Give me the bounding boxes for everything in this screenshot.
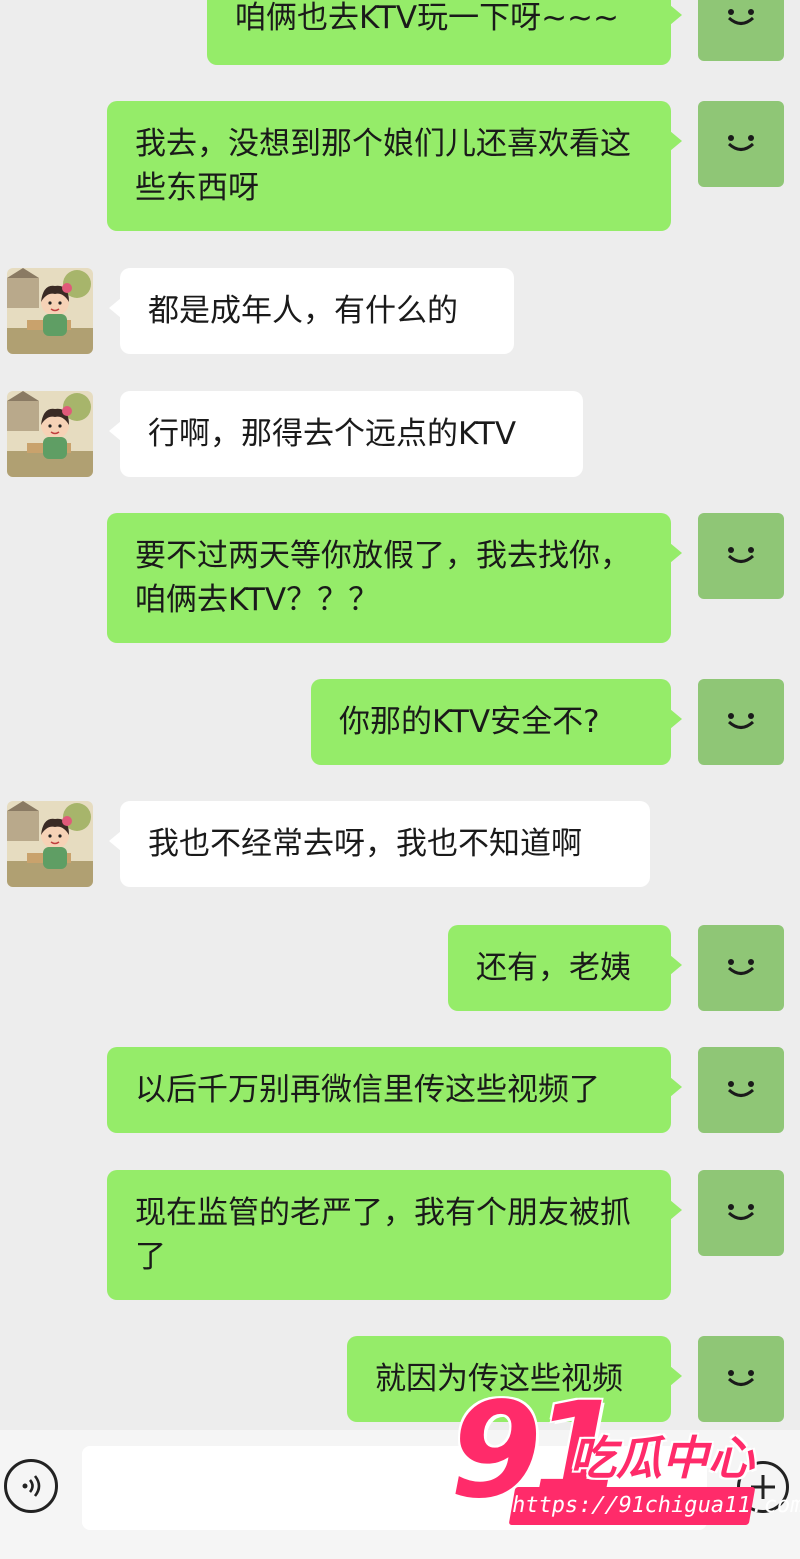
my-avatar[interactable] xyxy=(698,679,784,765)
message-bubble[interactable]: 以后千万别再微信里传这些视频了 xyxy=(107,1047,682,1133)
message-bubble[interactable]: 还有，老姨 xyxy=(448,925,682,1011)
voice-icon[interactable] xyxy=(4,1459,58,1513)
message-bubble[interactable]: 咱俩也去KTV玩一下呀~~~ xyxy=(207,0,682,65)
cartoon-girl-icon xyxy=(7,268,93,354)
message-bubble[interactable]: 你那的KTV安全不? xyxy=(311,679,682,765)
message-bubble[interactable]: 现在监管的老严了，我有个朋友被抓了 xyxy=(107,1170,682,1300)
cartoon-girl-icon xyxy=(7,801,93,887)
watermark-url: https://91chigua11.com xyxy=(508,1487,800,1525)
contact-avatar[interactable] xyxy=(7,268,93,354)
message-bubble[interactable]: 我去，没想到那个娘们儿还喜欢看这些东西呀 xyxy=(107,101,682,231)
smile-icon xyxy=(727,1081,755,1097)
smile-icon xyxy=(727,9,755,25)
message-bubble[interactable]: 行啊，那得去个远点的KTV xyxy=(109,391,583,477)
smile-icon xyxy=(727,959,755,975)
message-bubble[interactable]: 都是成年人，有什么的 xyxy=(109,268,514,354)
my-avatar[interactable] xyxy=(698,513,784,599)
my-avatar[interactable] xyxy=(698,925,784,1011)
smile-icon xyxy=(727,713,755,729)
my-avatar[interactable] xyxy=(698,1336,784,1422)
smile-icon xyxy=(727,547,755,563)
cartoon-girl-icon xyxy=(7,391,93,477)
smile-icon xyxy=(727,1204,755,1220)
chat-area: 咱俩也去KTV玩一下呀~~~ 我去，没想到那个娘们儿还喜欢看这些东西呀都是成年人，… xyxy=(0,0,800,1430)
smile-icon xyxy=(727,135,755,151)
message-bubble[interactable]: 我也不经常去呀，我也不知道啊 xyxy=(109,801,650,887)
smile-icon xyxy=(727,1370,755,1386)
my-avatar[interactable] xyxy=(698,1170,784,1256)
message-bubble[interactable]: 要不过两天等你放假了，我去找你，咱俩去KTV？？？ xyxy=(107,513,682,643)
my-avatar[interactable] xyxy=(698,101,784,187)
my-avatar[interactable] xyxy=(698,1047,784,1133)
contact-avatar[interactable] xyxy=(7,801,93,887)
watermark-title: 吃瓜中心 xyxy=(570,1431,754,1485)
contact-avatar[interactable] xyxy=(7,391,93,477)
my-avatar[interactable] xyxy=(698,0,784,61)
